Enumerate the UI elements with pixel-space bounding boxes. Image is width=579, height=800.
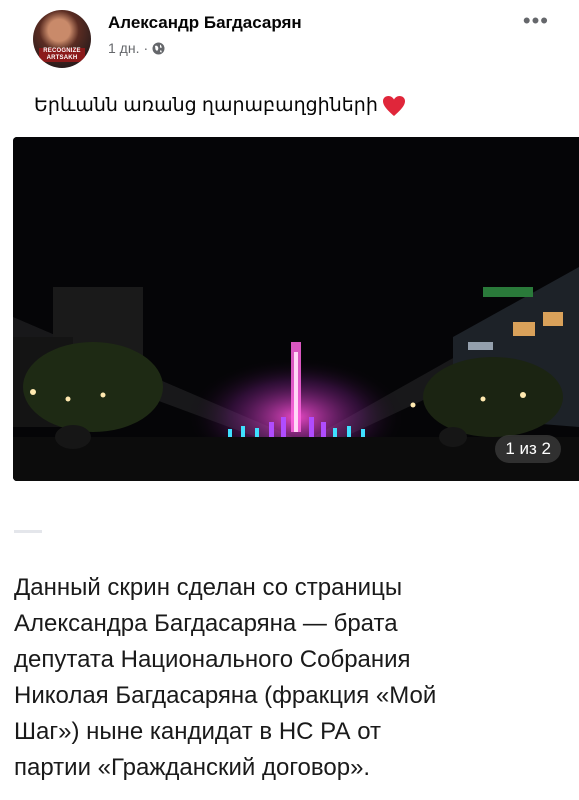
author-name[interactable]: Александр Багдасарян — [108, 13, 302, 33]
post-timestamp[interactable]: 1 дн. — [108, 40, 139, 56]
caption-line: депутата Национального Собрания — [14, 646, 411, 673]
post-header: RECOGNIZE ARTSAKH Александр Багдасарян 1… — [0, 0, 579, 80]
caption-line: Данный скрин сделан со страницы — [14, 574, 403, 601]
post-text-content: Երևանն առանց ղարաբաղցիների — [34, 95, 378, 116]
heart-icon — [382, 95, 406, 117]
caption-line: партии «Гражданский договор». — [14, 754, 371, 781]
avatar[interactable]: RECOGNIZE ARTSAKH — [33, 10, 91, 68]
caption-line: Шаг») ныне кандидат в НС РА от — [14, 718, 382, 745]
post-meta: 1 дн. · — [108, 40, 165, 56]
post-text: Երևանն առանց ղարաբաղցիների — [34, 94, 406, 117]
meta-separator: · — [143, 40, 149, 56]
caption-line: Николая Багдасаряна (фракция «Мой — [14, 682, 437, 709]
avatar-badge: RECOGNIZE ARTSAKH — [39, 48, 85, 62]
photo-counter: 1 из 2 — [495, 435, 561, 463]
more-options-button[interactable]: ••• — [523, 8, 549, 34]
divider — [14, 530, 42, 533]
post-photo[interactable]: 1 из 2 — [13, 137, 579, 481]
globe-icon[interactable] — [152, 42, 165, 55]
caption-line: Александра Багдасаряна — брата — [14, 610, 398, 637]
caption: Данный скрин сделан со страницы Александ… — [14, 570, 569, 786]
